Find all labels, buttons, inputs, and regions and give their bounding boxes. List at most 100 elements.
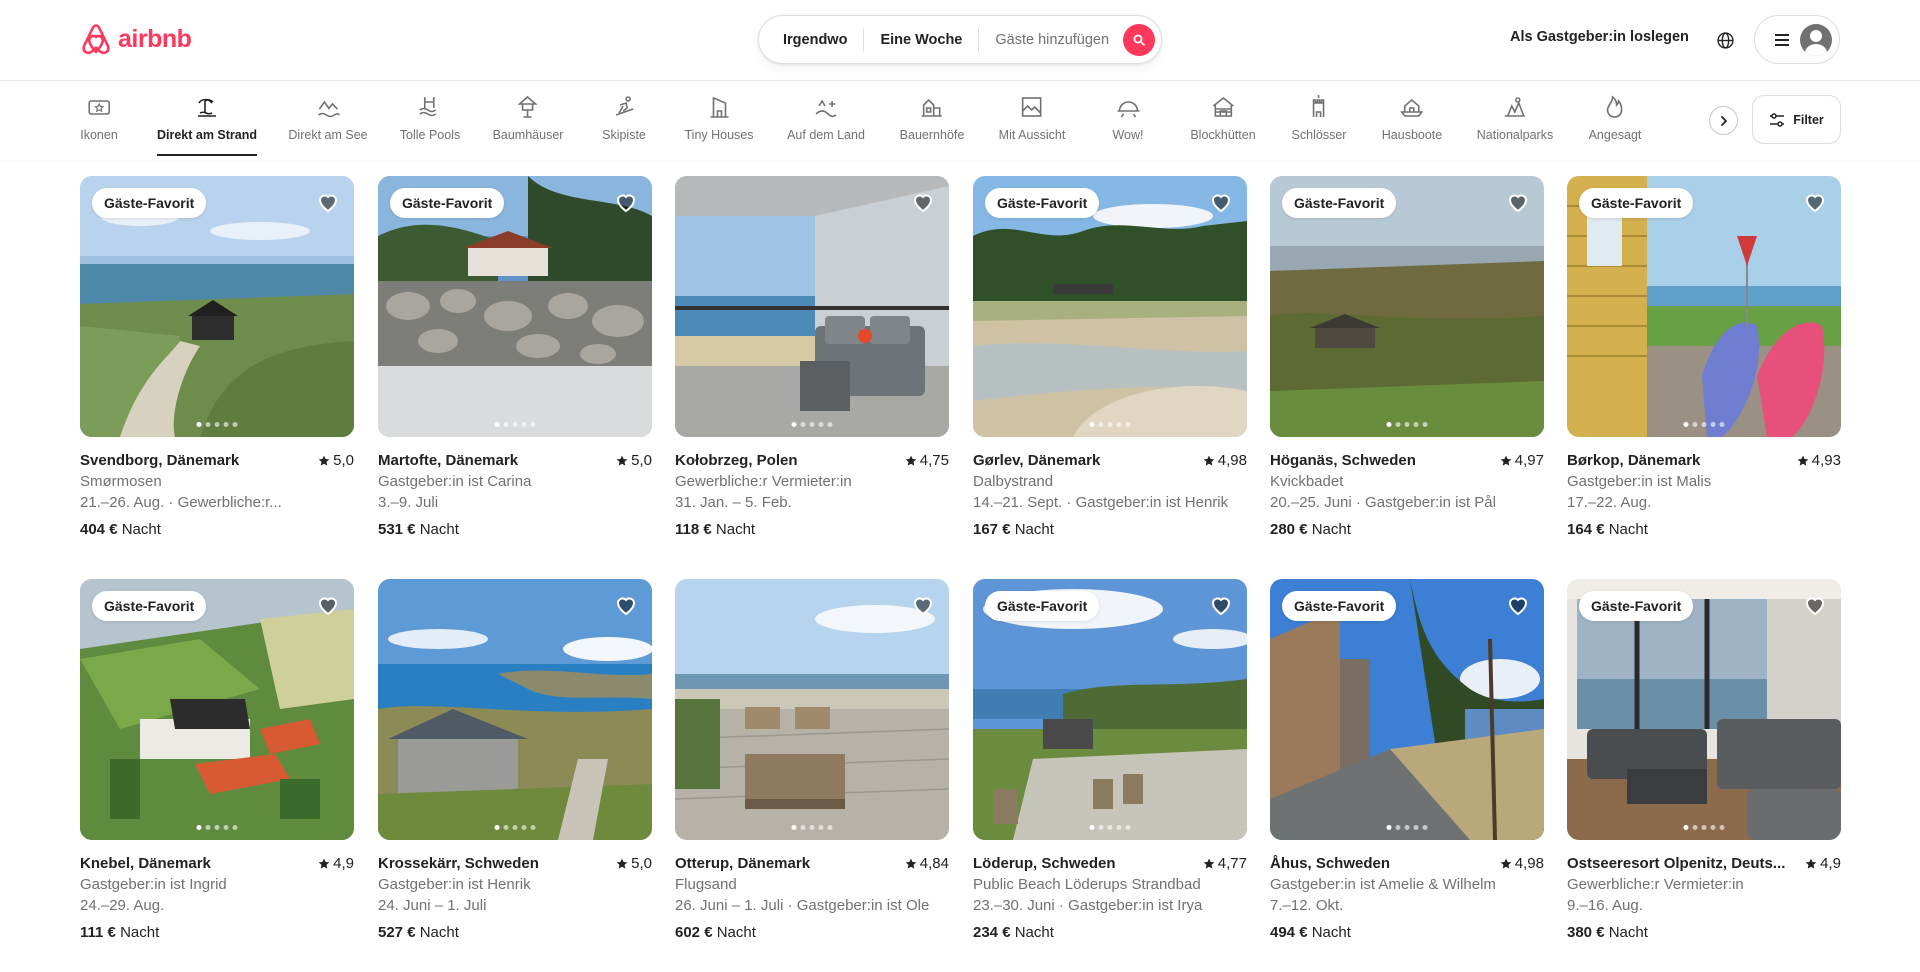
- language-button[interactable]: [1713, 28, 1737, 52]
- category-ikonen[interactable]: Ikonen: [80, 94, 118, 156]
- listing-card[interactable]: Gäste-Favorit Børkop, Dänemark 4,93 Gastgeb…: [1567, 176, 1841, 540]
- user-menu-button[interactable]: [1754, 15, 1840, 64]
- listing-subtitle: Smørmosen: [80, 473, 162, 490]
- photo-pagination: [1386, 422, 1428, 427]
- listing-photo[interactable]: Gäste-Favorit: [80, 176, 354, 437]
- price-amount: 602 €: [675, 924, 713, 941]
- category-skipiste[interactable]: Skipiste: [602, 94, 646, 156]
- search-guests[interactable]: Gäste hinzufügen: [979, 32, 1123, 48]
- listing-photo[interactable]: Gäste-Favorit: [80, 579, 354, 840]
- search-where[interactable]: Irgendwo: [759, 28, 863, 52]
- category-angesagt[interactable]: Angesagt: [1589, 94, 1641, 156]
- listing-card[interactable]: Gäste-Favorit Höganäs, Schweden 4,97 Kvickb…: [1270, 176, 1544, 540]
- listing-photo[interactable]: Gäste-Favorit: [1270, 579, 1544, 840]
- listing-card[interactable]: Gäste-Favorit Ostseeresort Olpenitz, Deut…: [1567, 579, 1841, 943]
- category-direkt-am-strand[interactable]: Direkt am Strand: [156, 94, 258, 156]
- listing-dates: 17.–22. Aug.: [1567, 494, 1652, 511]
- listing-subtitle: Gewerbliche:r Vermieter:in: [675, 473, 852, 490]
- category-baumhäuser[interactable]: Baumhäuser: [492, 94, 564, 156]
- rating-value: 4,84: [919, 855, 949, 872]
- price-unit: Nacht: [419, 924, 459, 941]
- category-schlösser[interactable]: Schlösser: [1292, 94, 1346, 156]
- category-tiny-houses[interactable]: Tiny Houses: [684, 94, 754, 156]
- listing-photo[interactable]: Gäste-Favorit: [973, 176, 1247, 437]
- listing-photo[interactable]: Gäste-Favorit: [378, 176, 652, 437]
- category-next-button[interactable]: [1709, 106, 1738, 135]
- heart-icon[interactable]: [1506, 190, 1530, 214]
- listing-card[interactable]: Gäste-Favorit Knebel, Dänemark 4,9 Gastgebe…: [80, 579, 354, 943]
- category-direkt-am-see[interactable]: Direkt am See: [288, 94, 368, 156]
- listing-price: 527 € Nacht: [378, 922, 652, 943]
- listing-price: 380 € Nacht: [1567, 922, 1841, 943]
- listing-photo[interactable]: Gäste-Favorit: [1567, 579, 1841, 840]
- category-auf-dem-land[interactable]: Auf dem Land: [787, 94, 865, 156]
- listing-photo[interactable]: [675, 176, 949, 437]
- category-label: Direkt am See: [288, 128, 368, 142]
- price-unit: Nacht: [121, 521, 161, 538]
- listing-photo[interactable]: [675, 579, 949, 840]
- listing-photo[interactable]: [378, 579, 652, 840]
- listing-location: Åhus, Schweden: [1270, 855, 1391, 872]
- search-button[interactable]: [1123, 23, 1156, 56]
- listing-info: Höganäs, Schweden 4,97 Kvickbadet 20.–25. J…: [1270, 450, 1544, 540]
- listing-card[interactable]: Gäste-Favorit Åhus, Schweden 4,98 Gastgeber…: [1270, 579, 1544, 943]
- category-nationalparks[interactable]: Nationalparks: [1477, 94, 1553, 156]
- heart-icon[interactable]: [911, 593, 935, 617]
- category-hausboote[interactable]: Hausboote: [1382, 94, 1442, 156]
- heart-icon[interactable]: [1209, 593, 1233, 617]
- listing-location: Kołobrzeg, Polen: [675, 452, 798, 469]
- globe-icon: [1716, 31, 1734, 49]
- price-unit: Nacht: [1311, 521, 1351, 538]
- listing-location: Børkop, Dänemark: [1567, 452, 1701, 469]
- listing-location: Knebel, Dänemark: [80, 855, 211, 872]
- heart-icon[interactable]: [316, 593, 340, 617]
- category-label: Hausboote: [1381, 128, 1443, 142]
- category-mit-aussicht[interactable]: Mit Aussicht: [999, 94, 1065, 156]
- heart-icon[interactable]: [911, 190, 935, 214]
- listing-card[interactable]: Gäste-Favorit Gørlev, Dänemark 4,98 Dalbyst…: [973, 176, 1247, 540]
- category-blockhütten[interactable]: Blockhütten: [1190, 94, 1256, 156]
- heart-icon[interactable]: [1803, 190, 1827, 214]
- listing-rating: 5,0: [616, 853, 652, 874]
- search-icon: [1133, 34, 1145, 46]
- listing-photo[interactable]: Gäste-Favorit: [1567, 176, 1841, 437]
- search-bar[interactable]: Irgendwo Eine Woche Gäste hinzufügen: [758, 15, 1162, 64]
- rating-value: 4,97: [1514, 452, 1544, 469]
- listing-photo[interactable]: Gäste-Favorit: [973, 579, 1247, 840]
- listing-location: Ostseeresort Olpenitz, Deuts...: [1567, 855, 1786, 872]
- category-label: Baumhäuser: [492, 128, 564, 142]
- category-label: Ikonen: [80, 128, 118, 142]
- listing-card[interactable]: Gäste-Favorit Svendborg, Dänemark 5,0 Smørm…: [80, 176, 354, 540]
- listing-card[interactable]: Krossekärr, Schweden 5,0 Gastgeber:in ist …: [378, 579, 652, 943]
- listing-info: Knebel, Dänemark 4,9 Gastgeber:in ist Ingr…: [80, 853, 354, 943]
- rating-value: 4,98: [1217, 452, 1247, 469]
- listing-photo[interactable]: Gäste-Favorit: [1270, 176, 1544, 437]
- heart-icon[interactable]: [614, 190, 638, 214]
- heart-icon[interactable]: [1209, 190, 1233, 214]
- category-label: Nationalparks: [1476, 128, 1554, 142]
- listing-location: Löderup, Schweden: [973, 855, 1116, 872]
- category-bauernhöfe[interactable]: Bauernhöfe: [900, 94, 964, 156]
- heart-icon[interactable]: [316, 190, 340, 214]
- airbnb-logo[interactable]: airbnb: [80, 22, 192, 56]
- listing-card[interactable]: Gäste-Favorit Löderup, Schweden 4,77 Public…: [973, 579, 1247, 943]
- heart-icon[interactable]: [1803, 593, 1827, 617]
- listing-subtitle: Gastgeber:in ist Henrik: [378, 876, 531, 893]
- castle-icon: [1306, 94, 1332, 120]
- filter-button[interactable]: Filter: [1752, 95, 1841, 144]
- star-icon: [318, 455, 330, 466]
- category-wow-[interactable]: Wow!: [1112, 94, 1144, 156]
- listing-card[interactable]: Kołobrzeg, Polen 4,75 Gewerbliche:r Vermie…: [675, 176, 949, 540]
- heart-icon[interactable]: [614, 593, 638, 617]
- price-amount: 380 €: [1567, 924, 1605, 941]
- category-tolle-pools[interactable]: Tolle Pools: [400, 94, 460, 156]
- heart-icon[interactable]: [1506, 593, 1530, 617]
- top-header: airbnb Irgendwo Eine Woche Gäste hinzufü…: [0, 0, 1920, 81]
- listing-card[interactable]: Otterup, Dänemark 4,84 Flugsand 26. Juni – …: [675, 579, 949, 943]
- guest-favorite-badge: Gäste-Favorit: [92, 591, 207, 621]
- search-when[interactable]: Eine Woche: [864, 28, 978, 52]
- listing-card[interactable]: Gäste-Favorit Martofte, Dänemark 5,0 Gastge…: [378, 176, 652, 540]
- listing-info: Martofte, Dänemark 5,0 Gastgeber:in ist Ca…: [378, 450, 652, 540]
- become-host-link[interactable]: Als Gastgeber:in loslegen: [1510, 29, 1689, 45]
- listing-price: 602 € Nacht: [675, 922, 949, 943]
